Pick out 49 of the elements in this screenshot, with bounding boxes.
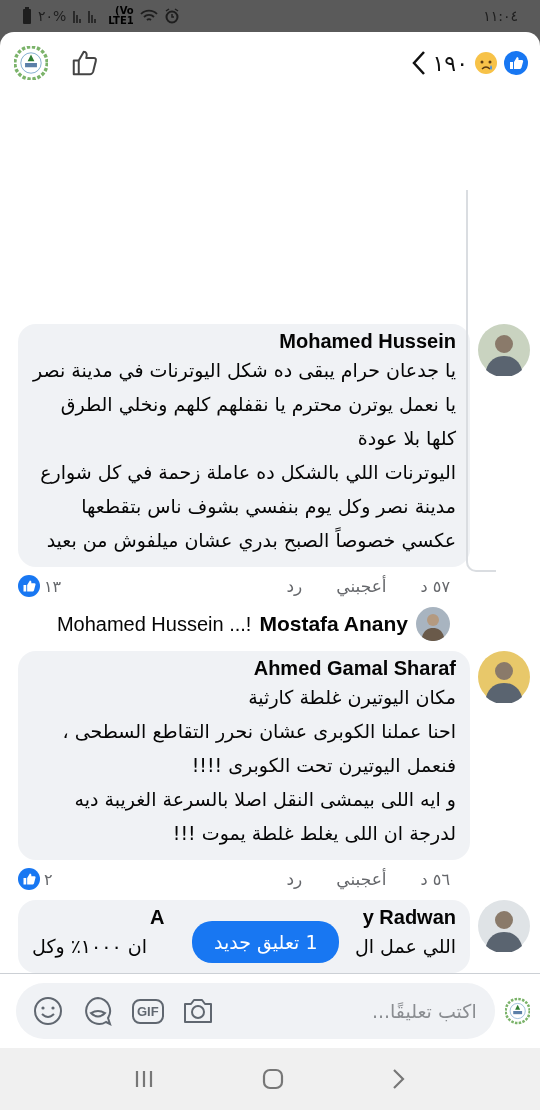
comment-time: ٥٧ د xyxy=(420,576,450,596)
comment-author[interactable]: Mohamed Hussein xyxy=(32,330,456,353)
comment-text: ان ١٠٠٠٪ وكل xyxy=(32,934,147,960)
like-reaction-icon xyxy=(18,575,40,597)
reaction-count[interactable]: ١٩٠ xyxy=(432,50,468,76)
comment-text: يا نعمل يوترن محترم يا نقفلهم كلهم ونخلي الطرق كلها بلا عودة xyxy=(59,392,456,452)
home-icon[interactable] xyxy=(261,1067,285,1091)
comment-time: ٥٦ د xyxy=(420,869,450,889)
comment-text: احنا عملنا الكوبرى عشان نحرر التقاطع السطحى ، فنعمل اليوتيرن تحت الكوبرى !!!! xyxy=(61,719,456,779)
battery-percent: %٢٠ xyxy=(38,8,67,24)
comment-text: مكان اليوتيرن غلطة كارثية xyxy=(247,685,456,711)
camera-icon[interactable] xyxy=(181,997,214,1025)
reaction-count: ٢ xyxy=(44,869,53,889)
like-reaction-icon xyxy=(504,51,528,75)
thumbs-up-icon[interactable] xyxy=(70,48,100,78)
user-avatar[interactable] xyxy=(416,607,450,641)
clock: ١١:٠٤ xyxy=(483,8,518,24)
comment-text: اللي عمل ال xyxy=(354,934,456,960)
reaction-count: ١٣ xyxy=(44,576,62,596)
gif-button[interactable]: GIF xyxy=(132,998,164,1024)
battery-icon xyxy=(22,7,32,25)
comment-author[interactable]: Ahmed Gamal Sharaf xyxy=(32,657,456,680)
comment-text: اليوترنات اللي بالشكل ده عاملة زحمة في كل شوارع مدينة نصر وكل يوم بنفسي بشوف ناس بتقطعها عكسي خصوصاً الصبح بدري عشان ميلفوش من بعيد xyxy=(39,460,456,554)
alarm-icon xyxy=(163,8,180,24)
comment-text: يا جدعان حرام يبقى ده شكل اليوترنات في مدينة نصر xyxy=(32,358,456,384)
sticker-icon[interactable] xyxy=(82,995,114,1027)
user-avatar[interactable] xyxy=(478,324,530,376)
new-comments-button[interactable]: 1 تعليق جديد xyxy=(192,921,340,963)
comment-text: و ايه اللى بيمشى النقل اصلا بالسرعة الغريبة ديه xyxy=(73,787,456,813)
reply-author[interactable]: Mostafa Anany xyxy=(259,612,408,636)
network-type: Vo) LTE1 xyxy=(108,6,134,26)
emoji-icon[interactable] xyxy=(32,995,64,1027)
comment-text: لدرجة ان اللى يغلط غلطة يموت !!! xyxy=(171,821,456,847)
comment-author[interactable]: A xyxy=(150,906,165,929)
reply-preview-text[interactable]: Mohamed Hussein ...! xyxy=(56,612,252,636)
reply-link[interactable]: رد xyxy=(286,869,303,889)
wifi-icon xyxy=(139,9,158,23)
reply-link[interactable]: رد xyxy=(286,576,303,596)
like-link[interactable]: أعجبني xyxy=(336,869,387,889)
like-reaction-icon xyxy=(18,868,40,890)
comment-author[interactable]: y Radwan xyxy=(362,906,456,929)
chevron-icon[interactable] xyxy=(410,50,427,76)
sad-emoji-icon xyxy=(474,51,498,75)
page-avatar[interactable] xyxy=(14,46,48,80)
recent-apps-icon[interactable] xyxy=(133,1068,155,1090)
user-avatar[interactable] xyxy=(478,651,530,703)
back-icon[interactable] xyxy=(391,1067,407,1091)
user-avatar[interactable] xyxy=(478,900,530,952)
like-link[interactable]: أعجبني xyxy=(336,576,387,596)
